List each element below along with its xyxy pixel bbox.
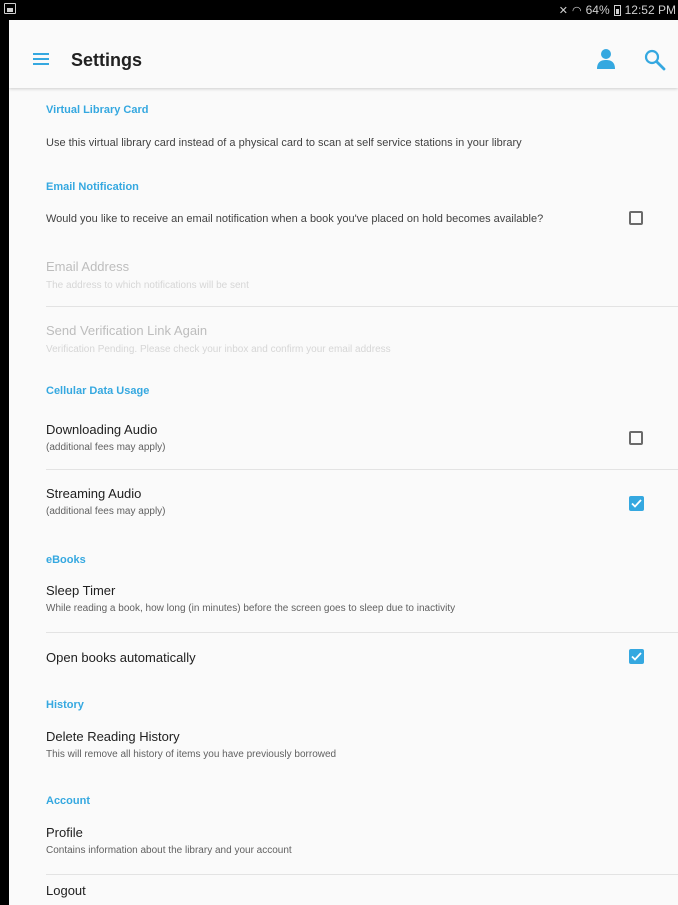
- downloading-audio-title: Downloading Audio: [46, 422, 158, 437]
- streaming-audio-subtitle: (additional fees may apply): [46, 506, 166, 517]
- email-address-title: Email Address: [46, 259, 130, 274]
- profile-item[interactable]: Profile Contains information about the l…: [9, 818, 678, 870]
- section-header-cellular-data-usage: Cellular Data Usage: [46, 385, 150, 397]
- delete-reading-history-subtitle: This will remove all history of items yo…: [46, 749, 337, 760]
- page-title: Settings: [71, 50, 143, 70]
- send-verification-item[interactable]: Send Verification Link Again Verificatio…: [9, 320, 678, 370]
- section-header-account: Account: [46, 795, 90, 807]
- email-address-item[interactable]: Email Address The address to which notif…: [9, 256, 678, 306]
- sleep-timer-item[interactable]: Sleep Timer While reading a book, how lo…: [9, 576, 678, 628]
- logout-item[interactable]: Logout: [9, 878, 678, 905]
- divider: [46, 469, 678, 470]
- mute-icon: ✕: [558, 4, 568, 17]
- streaming-audio-title: Streaming Audio: [46, 486, 142, 501]
- hamburger-menu-icon[interactable]: [33, 53, 49, 65]
- section-header-virtual-library-card: Virtual Library Card: [46, 104, 149, 116]
- section-header-ebooks: eBooks: [46, 554, 86, 566]
- profile-title: Profile: [46, 825, 83, 840]
- check-icon: [631, 652, 642, 661]
- gallery-notification-icon: [4, 3, 16, 14]
- divider: [46, 874, 678, 875]
- battery-icon: [613, 4, 621, 16]
- downloading-audio-subtitle: (additional fees may apply): [46, 442, 166, 453]
- status-indicators: ✕ ◠ 64% 12:52 PM: [559, 3, 676, 17]
- email-notification-question: Would you like to receive an email notif…: [46, 213, 544, 225]
- app-bar: Settings: [9, 20, 678, 88]
- open-books-automatically-item[interactable]: Open books automatically: [9, 640, 678, 682]
- wifi-icon: ◠: [571, 4, 582, 17]
- streaming-audio-checkbox[interactable]: [629, 496, 644, 511]
- downloading-audio-item[interactable]: Downloading Audio (additional fees may a…: [9, 416, 678, 468]
- section-header-history: History: [46, 699, 84, 711]
- email-notification-checkbox[interactable]: [629, 211, 643, 225]
- divider: [46, 632, 678, 633]
- open-books-automatically-checkbox[interactable]: [629, 649, 644, 664]
- check-icon: [631, 499, 642, 508]
- settings-screen: Settings Virtual Library Card Use this v…: [9, 20, 678, 905]
- divider: [46, 306, 678, 307]
- battery-percent: 64%: [585, 3, 610, 17]
- send-verification-title: Send Verification Link Again: [46, 323, 208, 338]
- status-bar: ✕ ◠ 64% 12:52 PM: [0, 0, 678, 20]
- send-verification-subtitle: Verification Pending. Please check your …: [46, 344, 391, 355]
- virtual-library-card-item[interactable]: Use this virtual library card instead of…: [9, 128, 678, 158]
- downloading-audio-checkbox[interactable]: [629, 431, 643, 445]
- status-time: 12:52 PM: [624, 3, 676, 17]
- streaming-audio-item[interactable]: Streaming Audio (additional fees may app…: [9, 480, 678, 532]
- delete-reading-history-title: Delete Reading History: [46, 729, 180, 744]
- virtual-card-description: Use this virtual library card instead of…: [46, 137, 522, 149]
- search-icon[interactable]: [643, 48, 667, 72]
- delete-reading-history-item[interactable]: Delete Reading History This will remove …: [9, 722, 678, 774]
- profile-subtitle: Contains information about the library a…: [46, 845, 292, 856]
- open-books-automatically-title: Open books automatically: [46, 650, 196, 665]
- person-icon[interactable]: [595, 48, 617, 70]
- logout-title: Logout: [46, 883, 86, 898]
- sleep-timer-title: Sleep Timer: [46, 583, 116, 598]
- email-notification-item[interactable]: Would you like to receive an email notif…: [9, 204, 678, 236]
- sleep-timer-subtitle: While reading a book, how long (in minut…: [46, 603, 456, 614]
- email-address-subtitle: The address to which notifications will …: [46, 280, 249, 291]
- section-header-email-notification: Email Notification: [46, 181, 139, 193]
